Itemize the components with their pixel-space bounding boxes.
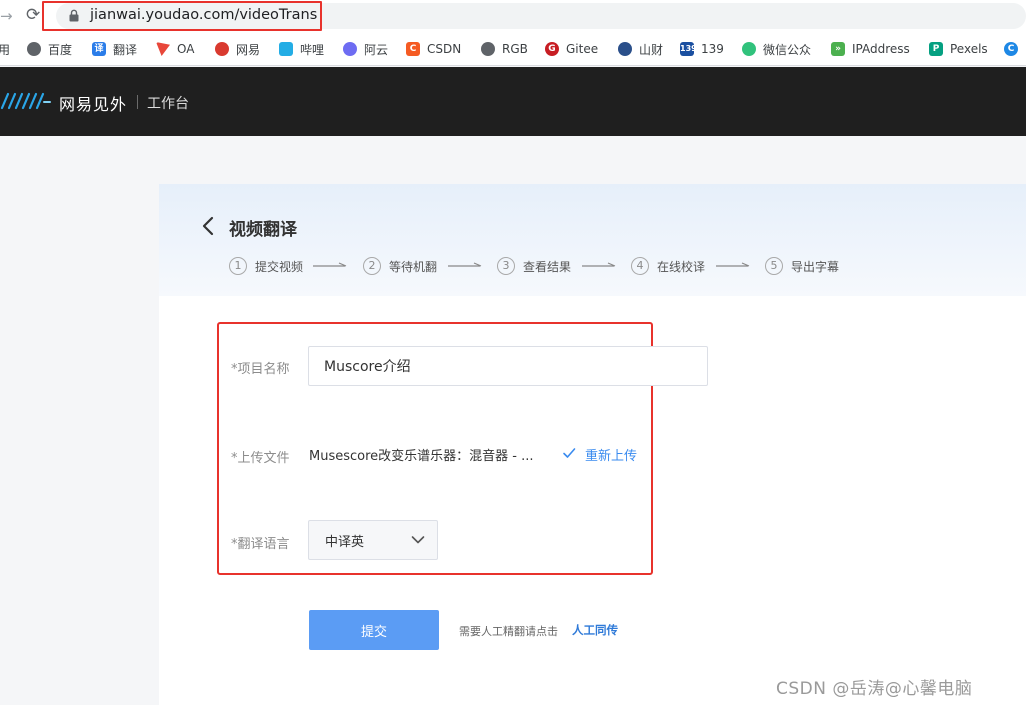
step-1: 1 提交视频 xyxy=(229,257,303,275)
bookmark-label: 百度 xyxy=(48,42,73,57)
card-header xyxy=(159,184,1026,296)
bookmark-item[interactable]: 139 139 xyxy=(680,40,724,58)
uploaded-file-name: Musescore改变乐谱乐器：混音器 - ... xyxy=(309,449,534,464)
annotation-box-url xyxy=(42,1,322,31)
step-label: 等待机翻 xyxy=(389,259,438,274)
bookmark-label: RGB xyxy=(502,42,528,56)
bilibili-icon xyxy=(279,42,293,56)
bookmark-item[interactable]: P Pexels xyxy=(929,40,988,58)
chevron-down-icon xyxy=(411,536,425,544)
translate-language-label: *翻译语言 xyxy=(231,537,290,552)
bookmark-item[interactable]: 百度 xyxy=(27,40,72,58)
page-title: 视频翻译 xyxy=(229,220,297,240)
bookmark-label: 139 xyxy=(701,42,724,56)
bookmark-label: 哔哩 xyxy=(300,42,325,57)
project-name-label: *项目名称 xyxy=(231,362,290,377)
aliyun-icon xyxy=(343,42,357,56)
university-icon xyxy=(618,42,632,56)
step-5: 5 导出字幕 xyxy=(765,257,839,275)
bookmark-label: IPAddress xyxy=(852,42,910,56)
arrow-right-icon xyxy=(582,262,616,267)
step-label: 导出字幕 xyxy=(791,259,840,274)
bookmarks-bar: 用 百度 译翻译 OA 网易 哔哩 阿云 C CSDN RGB G Gitee 山财… xyxy=(0,32,1026,66)
bookmark-label: 阿云 xyxy=(364,42,389,57)
csdn-icon: C xyxy=(406,42,420,56)
youdao-translate-icon: 译 xyxy=(92,42,106,56)
bookmark-item[interactable]: G Gitee xyxy=(545,40,598,58)
wechat-icon xyxy=(742,42,756,56)
step-3: 3 查看结果 xyxy=(497,257,571,275)
flag-icon xyxy=(156,42,170,56)
project-name-input[interactable] xyxy=(308,346,708,386)
bookmark-label: OA xyxy=(177,42,195,56)
submit-button[interactable]: 提交 xyxy=(309,610,439,650)
bookmark-item[interactable]: OA xyxy=(156,40,194,58)
youdao-logo-icon xyxy=(0,92,51,110)
bookmark-label: Gitee xyxy=(566,42,599,56)
bookmark-label: 用 xyxy=(0,42,11,57)
step-number: 5 xyxy=(765,257,783,275)
bookmark-item[interactable]: 网易 xyxy=(215,40,260,58)
bookmark-item[interactable]: 用 xyxy=(0,40,10,58)
workspace-link[interactable]: 工作台 xyxy=(147,93,189,113)
step-number: 1 xyxy=(229,257,247,275)
step-2: 2 等待机翻 xyxy=(363,257,437,275)
manual-translation-link[interactable]: 人工同传 xyxy=(572,622,618,638)
bookmark-label: 翻译 xyxy=(113,42,138,57)
arrow-right-icon xyxy=(716,262,750,267)
step-label: 在线校译 xyxy=(657,259,706,274)
arrow-right-icon xyxy=(313,262,347,267)
step-number: 3 xyxy=(497,257,515,275)
bookmark-item[interactable]: » IPAddress xyxy=(831,40,910,58)
step-label: 提交视频 xyxy=(255,259,304,274)
arrow-right-icon xyxy=(448,262,482,267)
bookmark-label: 微信公众 xyxy=(763,42,812,57)
bookmark-item[interactable]: 山财 xyxy=(618,40,663,58)
bookmark-label: 山财 xyxy=(639,42,664,57)
c-logo-icon: C xyxy=(1004,42,1018,56)
bookmark-item[interactable]: 微信公众 xyxy=(742,40,811,58)
header-divider xyxy=(137,95,138,109)
forward-arrow-icon[interactable]: → xyxy=(0,6,16,26)
bookmark-item[interactable]: C CSDN xyxy=(406,40,461,58)
netease-icon xyxy=(215,42,229,56)
globe-icon xyxy=(27,42,41,56)
reupload-link[interactable]: 重新上传 xyxy=(585,445,637,464)
pexels-icon: P xyxy=(929,42,943,56)
bookmark-label: 网易 xyxy=(236,42,261,57)
bookmark-label: CSDN xyxy=(427,42,462,56)
step-number: 2 xyxy=(363,257,381,275)
brand-name[interactable]: 网易见外 xyxy=(59,91,127,115)
bookmark-item[interactable]: 阿云 xyxy=(343,40,388,58)
check-icon xyxy=(563,448,576,458)
bookmark-item[interactable]: 哔哩 xyxy=(279,40,324,58)
step-4: 4 在线校译 xyxy=(631,257,705,275)
watermark-text: CSDN @岳涛@心馨电脑 xyxy=(776,679,973,699)
step-number: 4 xyxy=(631,257,649,275)
bookmark-item[interactable]: C xyxy=(1004,40,1025,58)
bookmark-item[interactable]: 译翻译 xyxy=(92,40,137,58)
gitee-icon: G xyxy=(545,42,559,56)
language-select-value: 中译英 xyxy=(325,534,365,550)
bookmark-item[interactable]: RGB xyxy=(481,40,528,58)
step-label: 查看结果 xyxy=(523,259,572,274)
upload-file-label: *上传文件 xyxy=(231,451,290,466)
bookmark-label: Pexels xyxy=(950,42,988,56)
back-chevron-icon[interactable] xyxy=(200,214,216,238)
globe-icon xyxy=(481,42,495,56)
ipaddress-icon: » xyxy=(831,42,845,56)
manual-translation-hint: 需要人工精翻请点击 xyxy=(459,625,558,638)
mail-139-icon: 139 xyxy=(680,42,697,56)
